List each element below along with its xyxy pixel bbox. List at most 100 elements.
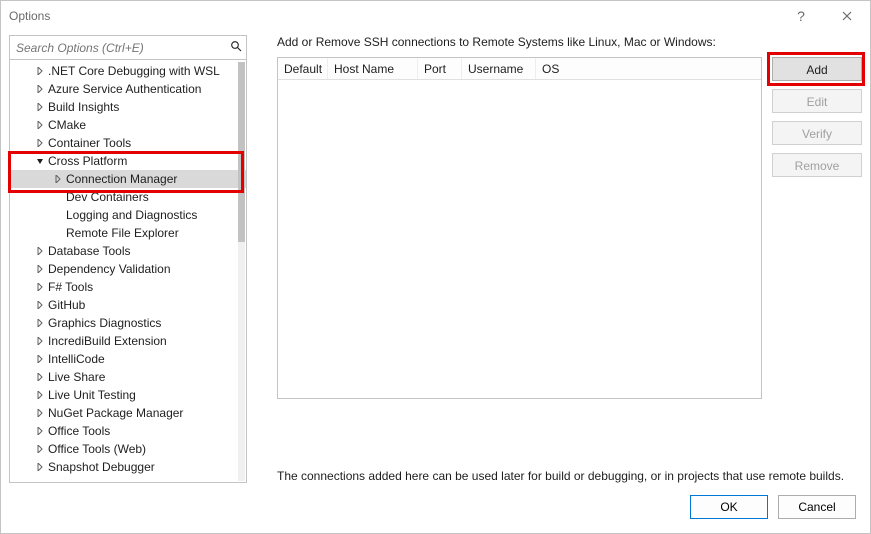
- tree-item-label: .NET Core Debugging with WSL: [48, 64, 224, 78]
- chevron-right-icon[interactable]: [34, 299, 46, 311]
- col-hostname[interactable]: Host Name: [328, 58, 418, 79]
- chevron-down-icon[interactable]: [34, 155, 46, 167]
- col-port[interactable]: Port: [418, 58, 462, 79]
- add-button[interactable]: Add: [772, 57, 862, 81]
- chevron-right-icon[interactable]: [34, 101, 46, 113]
- tree-item-label: Azure Service Authentication: [48, 82, 205, 96]
- tree-item[interactable]: Dependency Validation: [10, 260, 246, 278]
- chevron-right-icon[interactable]: [34, 245, 46, 257]
- verify-button: Verify: [772, 121, 862, 145]
- tree-item-label: Dependency Validation: [48, 262, 175, 276]
- grid-header: Default Host Name Port Username OS: [278, 58, 761, 80]
- tree-item[interactable]: Container Tools: [10, 134, 246, 152]
- dialog-footer: OK Cancel: [1, 483, 870, 519]
- tree-item[interactable]: Office Tools (Web): [10, 440, 246, 458]
- options-tree-panel: .NET Core Debugging with WSL Azure Servic…: [9, 35, 247, 483]
- chevron-right-icon[interactable]: [34, 137, 46, 149]
- search-icon: [226, 40, 246, 55]
- tree-item-label: Remote File Explorer: [66, 226, 183, 240]
- tree-item[interactable]: Remote File Explorer: [10, 224, 246, 242]
- chevron-right-icon[interactable]: [34, 119, 46, 131]
- tree-item[interactable]: Connection Manager: [10, 170, 246, 188]
- tree-item[interactable]: IntelliCode: [10, 350, 246, 368]
- titlebar: Options ?: [1, 1, 870, 31]
- chevron-right-icon[interactable]: [34, 425, 46, 437]
- tree-item[interactable]: NuGet Package Manager: [10, 404, 246, 422]
- chevron-right-icon[interactable]: [34, 335, 46, 347]
- panel-footer-note: The connections added here can be used l…: [277, 469, 862, 483]
- tree-item[interactable]: Live Unit Testing: [10, 386, 246, 404]
- ok-button[interactable]: OK: [690, 495, 768, 519]
- tree-item[interactable]: Logging and Diagnostics: [10, 206, 246, 224]
- chevron-right-icon[interactable]: [52, 173, 64, 185]
- col-os[interactable]: OS: [536, 58, 761, 79]
- search-input[interactable]: [10, 41, 226, 55]
- chevron-right-icon[interactable]: [34, 389, 46, 401]
- edit-button: Edit: [772, 89, 862, 113]
- tree-item-label: Build Insights: [48, 100, 123, 114]
- tree-item[interactable]: Office Tools: [10, 422, 246, 440]
- tree-item-label: F# Tools: [48, 280, 97, 294]
- tree-spacer: [52, 191, 64, 203]
- chevron-right-icon[interactable]: [34, 65, 46, 77]
- tree-item-label: Cross Platform: [48, 154, 131, 168]
- tree-item[interactable]: Snapshot Debugger: [10, 458, 246, 476]
- tree-item-label: Office Tools (Web): [48, 442, 150, 456]
- tree-item[interactable]: Live Share: [10, 368, 246, 386]
- tree-item-label: GitHub: [48, 298, 89, 312]
- grid-body: [278, 80, 761, 398]
- close-icon: [842, 11, 852, 21]
- tree-item-label: Logging and Diagnostics: [66, 208, 201, 222]
- tree-spacer: [52, 209, 64, 221]
- tree-item-label: IntelliCode: [48, 352, 109, 366]
- tree-scrollbar[interactable]: [238, 62, 245, 481]
- chevron-right-icon[interactable]: [34, 83, 46, 95]
- chevron-right-icon[interactable]: [34, 263, 46, 275]
- grid-buttons: Add Edit Verify Remove: [772, 57, 862, 459]
- tree-item-label: Connection Manager: [66, 172, 181, 186]
- tree-spacer: [52, 227, 64, 239]
- tree-item[interactable]: F# Tools: [10, 278, 246, 296]
- chevron-right-icon[interactable]: [34, 461, 46, 473]
- tree-item-label: Office Tools: [48, 424, 114, 438]
- tree-item-label: CMake: [48, 118, 90, 132]
- tree-item-label: Live Share: [48, 370, 109, 384]
- tree-item-label: Graphics Diagnostics: [48, 316, 165, 330]
- tree-item[interactable]: Graphics Diagnostics: [10, 314, 246, 332]
- tree-item-label: NuGet Package Manager: [48, 406, 187, 420]
- col-username[interactable]: Username: [462, 58, 536, 79]
- tree-item-label: IncrediBuild Extension: [48, 334, 171, 348]
- tree-scrollbar-thumb[interactable]: [238, 62, 245, 242]
- tree-item[interactable]: Azure Service Authentication: [10, 80, 246, 98]
- tree-item-label: Container Tools: [48, 136, 135, 150]
- close-button[interactable]: [824, 1, 870, 31]
- chevron-right-icon[interactable]: [34, 407, 46, 419]
- tree-item[interactable]: IncrediBuild Extension: [10, 332, 246, 350]
- help-button[interactable]: ?: [778, 1, 824, 31]
- tree-item-label: Database Tools: [48, 244, 135, 258]
- detail-panel: Add or Remove SSH connections to Remote …: [247, 35, 862, 483]
- chevron-right-icon[interactable]: [34, 371, 46, 383]
- options-tree[interactable]: .NET Core Debugging with WSL Azure Servic…: [10, 60, 246, 482]
- tree-item[interactable]: .NET Core Debugging with WSL: [10, 62, 246, 80]
- remove-button: Remove: [772, 153, 862, 177]
- tree-item[interactable]: Cross Platform: [10, 152, 246, 170]
- panel-description: Add or Remove SSH connections to Remote …: [277, 35, 862, 49]
- col-default[interactable]: Default: [278, 58, 328, 79]
- tree-item[interactable]: Dev Containers: [10, 188, 246, 206]
- window-title: Options: [9, 9, 778, 23]
- chevron-right-icon[interactable]: [34, 317, 46, 329]
- tree-item[interactable]: CMake: [10, 116, 246, 134]
- chevron-right-icon[interactable]: [34, 353, 46, 365]
- search-box[interactable]: [10, 36, 246, 60]
- cancel-button[interactable]: Cancel: [778, 495, 856, 519]
- chevron-right-icon[interactable]: [34, 281, 46, 293]
- tree-item[interactable]: GitHub: [10, 296, 246, 314]
- chevron-right-icon[interactable]: [34, 443, 46, 455]
- tree-item-label: Snapshot Debugger: [48, 460, 159, 474]
- tree-item[interactable]: Database Tools: [10, 242, 246, 260]
- tree-item-label: Dev Containers: [66, 190, 153, 204]
- tree-item-label: Live Unit Testing: [48, 388, 140, 402]
- connections-grid[interactable]: Default Host Name Port Username OS: [277, 57, 762, 399]
- tree-item[interactable]: Build Insights: [10, 98, 246, 116]
